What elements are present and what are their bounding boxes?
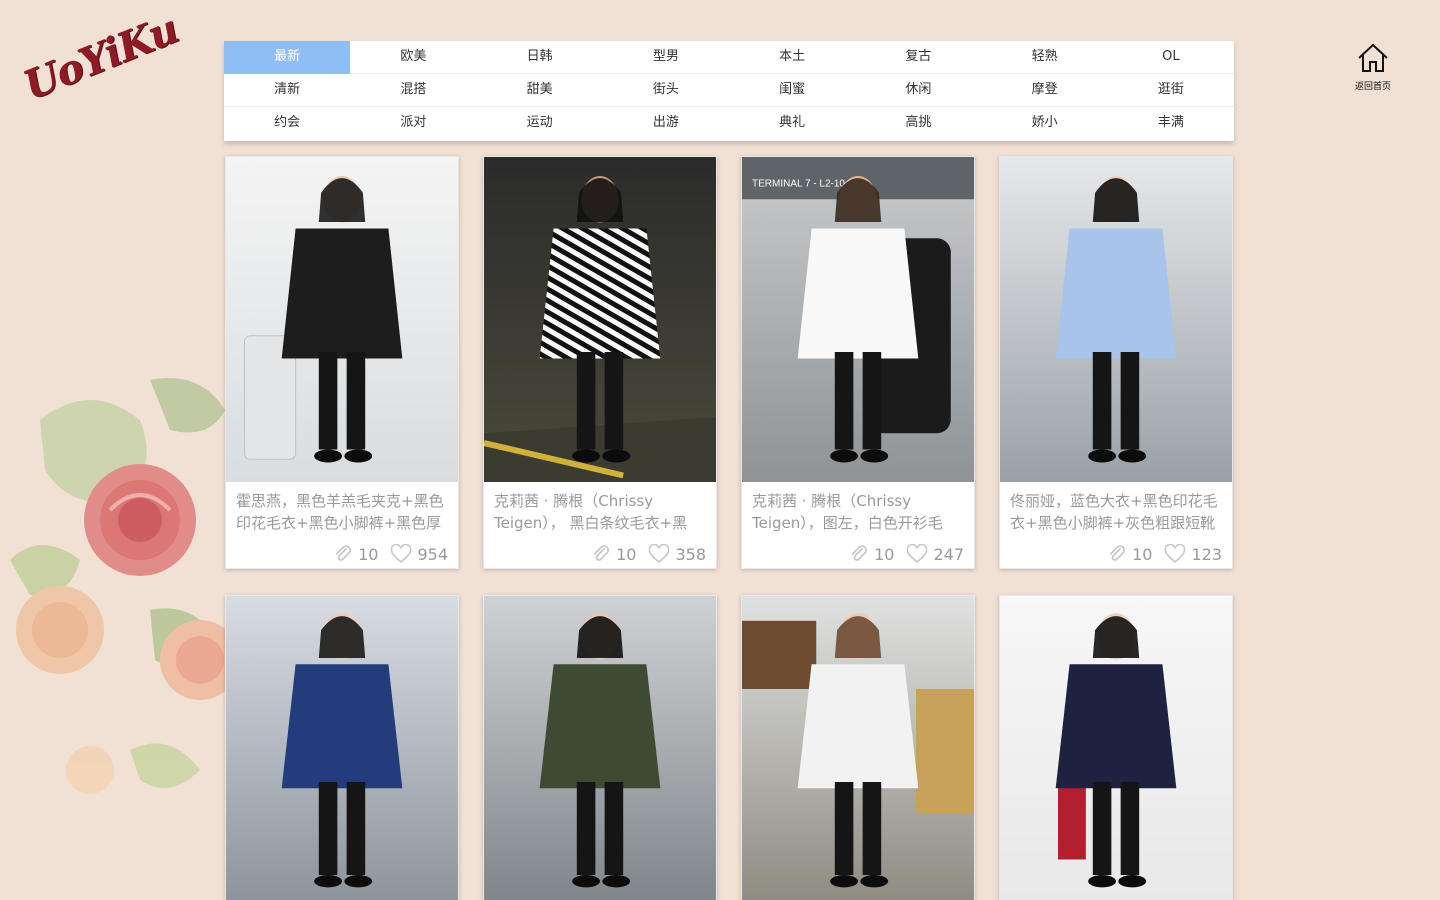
card-meta: 10 123: [1000, 534, 1232, 568]
category-tab[interactable]: 闺蜜: [729, 74, 855, 107]
category-tab[interactable]: 欧美: [350, 41, 476, 74]
like-count: 358: [675, 544, 706, 564]
paperclip-icon: [851, 545, 868, 561]
outfit-photo[interactable]: [226, 596, 458, 900]
heart-icon: [649, 544, 670, 564]
category-tab[interactable]: 高挑: [855, 107, 981, 140]
clip-count: 10: [358, 544, 379, 564]
outfit-photo[interactable]: [1000, 596, 1232, 900]
home-button[interactable]: 返回首页: [1350, 42, 1396, 94]
like-count: 123: [1191, 544, 1222, 564]
clip-count-group[interactable]: 10: [591, 544, 636, 564]
like-count-group[interactable]: 954: [390, 544, 448, 564]
category-tab[interactable]: 型男: [603, 41, 729, 74]
category-tab[interactable]: 混搭: [350, 74, 476, 107]
category-row: 清新 混搭 甜美 街头 闺蜜 休闲 摩登 逛街: [224, 74, 1234, 107]
paperclip-icon: [1109, 545, 1126, 561]
outfit-card[interactable]: [225, 595, 459, 900]
card-meta: 10 358: [484, 534, 716, 568]
outfit-photo[interactable]: [1000, 157, 1232, 482]
card-meta: 10 247: [742, 534, 974, 568]
clip-count-group[interactable]: 10: [1107, 544, 1152, 564]
like-count-group[interactable]: 247: [906, 544, 964, 564]
paperclip-icon: [593, 545, 610, 561]
category-tab[interactable]: 逛街: [1108, 74, 1234, 107]
card-title[interactable]: 克莉茜 · 腾根（Chrissy Teigen）， 黑白条纹毛衣+黑: [484, 482, 716, 534]
category-tab[interactable]: 娇小: [982, 107, 1108, 140]
card-title[interactable]: 克莉茜 · 腾根（Chrissy Teigen），图左，白色开衫毛: [742, 482, 974, 534]
clip-count-group[interactable]: 10: [333, 544, 378, 564]
category-tab[interactable]: 运动: [477, 107, 603, 140]
category-row: 最新 欧美 日韩 型男 本土 复古 轻熟 OL: [224, 41, 1234, 74]
outfit-photo[interactable]: [484, 596, 716, 900]
like-count-group[interactable]: 358: [648, 544, 706, 564]
house-icon: [1358, 43, 1388, 72]
outfit-card[interactable]: TERMINAL 7 - L2-10 克莉茜 · 腾根（Chrissy Teig…: [741, 156, 975, 569]
category-tab[interactable]: 摩登: [982, 74, 1108, 107]
clip-count-group[interactable]: 10: [849, 544, 894, 564]
card-title[interactable]: 霍思燕，黑色羊羔毛夹克+黑色印花毛衣+黑色小脚裤+黑色厚: [226, 482, 458, 534]
svg-text:TERMINAL 7 - L2-10: TERMINAL 7 - L2-10: [752, 178, 845, 189]
heart-icon: [1165, 544, 1186, 564]
category-tab[interactable]: 休闲: [855, 74, 981, 107]
category-tab[interactable]: 最新: [224, 41, 351, 74]
category-tab[interactable]: 街头: [603, 74, 729, 107]
outfit-photo[interactable]: [226, 157, 458, 482]
category-tab[interactable]: 日韩: [477, 41, 603, 74]
outfit-photo[interactable]: [484, 157, 716, 482]
paperclip-icon: [335, 545, 352, 561]
logo-text: UoYiKu: [16, 5, 185, 110]
outfit-card[interactable]: 克莉茜 · 腾根（Chrissy Teigen）， 黑白条纹毛衣+黑 10 35…: [483, 156, 717, 569]
like-count: 954: [417, 544, 448, 564]
outfit-card[interactable]: 佟丽娅，蓝色大衣+黑色印花毛衣+黑色小脚裤+灰色粗跟短靴 10 123: [999, 156, 1233, 569]
outfit-card[interactable]: [483, 595, 717, 900]
home-label: 返回首页: [1354, 82, 1391, 92]
outfit-photo[interactable]: TERMINAL 7 - L2-10: [742, 157, 974, 482]
category-tab[interactable]: 典礼: [729, 107, 855, 140]
clip-count: 10: [1132, 544, 1153, 564]
category-row: 约会 派对 运动 出游 典礼 高挑 娇小 丰满: [224, 107, 1234, 140]
category-tab[interactable]: 轻熟: [982, 41, 1108, 74]
heart-icon: [391, 544, 412, 564]
category-tab[interactable]: 复古: [855, 41, 981, 74]
like-count-group[interactable]: 123: [1164, 544, 1222, 564]
outfit-card[interactable]: [741, 595, 975, 900]
site-logo[interactable]: UoYiKu: [17, 5, 194, 132]
category-tab[interactable]: 派对: [350, 107, 476, 140]
card-title[interactable]: 佟丽娅，蓝色大衣+黑色印花毛衣+黑色小脚裤+灰色粗跟短靴: [1000, 482, 1232, 534]
outfit-photo[interactable]: [742, 596, 974, 900]
outfit-card[interactable]: [999, 595, 1233, 900]
like-count: 247: [933, 544, 964, 564]
category-tab[interactable]: 约会: [224, 107, 350, 140]
category-tab[interactable]: OL: [1108, 41, 1234, 74]
card-meta: 10 954: [226, 534, 458, 568]
category-tab[interactable]: 清新: [224, 74, 350, 107]
category-tab[interactable]: 甜美: [477, 74, 603, 107]
clip-count: 10: [616, 544, 637, 564]
category-tab[interactable]: 本土: [729, 41, 855, 74]
category-tab[interactable]: 丰满: [1108, 107, 1234, 140]
category-tab[interactable]: 出游: [603, 107, 729, 140]
clip-count: 10: [874, 544, 895, 564]
floral-decoration: [10, 378, 240, 794]
category-nav: 最新 欧美 日韩 型男 本土 复古 轻熟 OL 清新 混搭 甜美 街头 闺蜜 休闲 摩登 逛街 约会 派对 运动 出游…: [224, 41, 1234, 141]
outfit-card[interactable]: 霍思燕，黑色羊羔毛夹克+黑色印花毛衣+黑色小脚裤+黑色厚 10 954: [225, 156, 459, 569]
heart-icon: [907, 544, 928, 564]
